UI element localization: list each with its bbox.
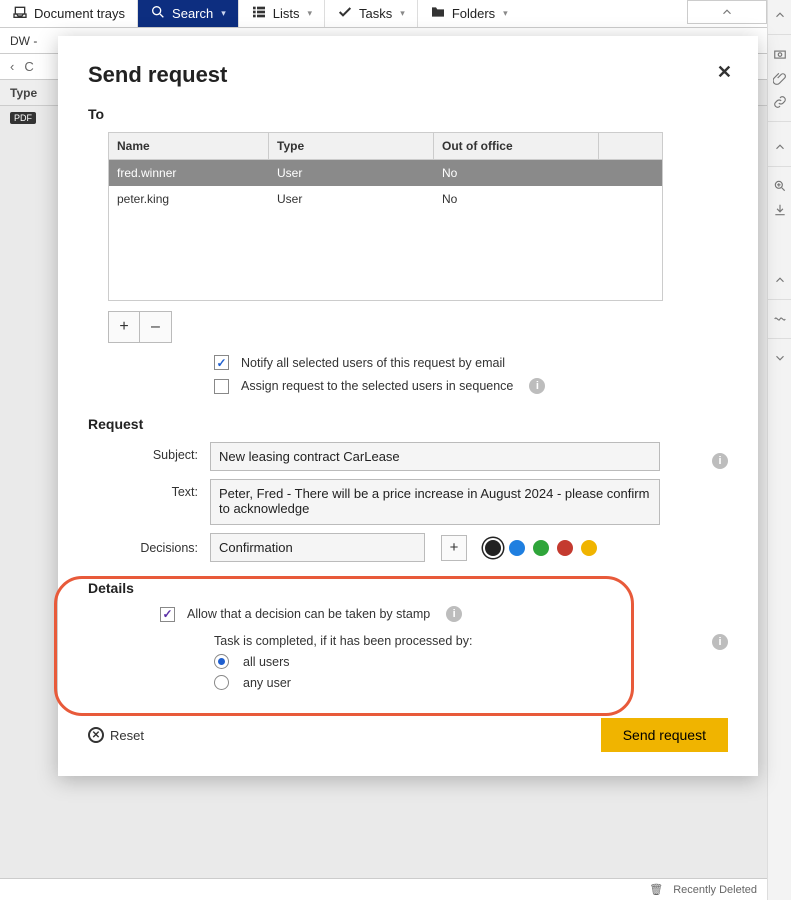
rail-chevron-up2-icon[interactable] <box>771 138 789 156</box>
radio-all-label: all users <box>243 655 290 669</box>
details-section-title: Details <box>88 580 728 596</box>
allow-stamp-checkbox[interactable] <box>160 607 175 622</box>
toolbar-label: Search <box>172 6 213 21</box>
remove-recipient-button[interactable]: – <box>140 311 172 343</box>
decision-color-row <box>485 540 597 556</box>
add-recipient-button[interactable]: + <box>108 311 140 343</box>
cell-actions <box>599 160 662 186</box>
reset-label: Reset <box>110 728 144 743</box>
modal-title: Send request <box>88 62 728 88</box>
recipients-table: Name Type Out of office fred.winnerUserN… <box>108 132 663 301</box>
right-icon-rail <box>767 0 791 900</box>
header-out-of-office[interactable]: Out of office <box>434 133 599 159</box>
chevron-down-icon: ▾ <box>503 8 508 19</box>
color-swatch[interactable] <box>557 540 573 556</box>
trash-icon[interactable]: 🗑 <box>649 883 663 896</box>
type-header[interactable]: Type <box>10 86 37 100</box>
nav-c[interactable]: C <box>24 59 33 74</box>
rail-download-icon[interactable] <box>771 201 789 219</box>
header-type[interactable]: Type <box>269 133 434 159</box>
info-icon[interactable]: i <box>712 634 728 650</box>
list-icon <box>251 4 267 23</box>
info-icon[interactable]: i <box>446 606 462 622</box>
color-swatch[interactable] <box>485 540 501 556</box>
cell-ooo: No <box>434 160 599 186</box>
cell-ooo: No <box>434 186 599 212</box>
rail-chevron-up-icon[interactable] <box>771 6 789 24</box>
tray-icon <box>12 4 28 23</box>
toolbar-folders[interactable]: Folders ▾ <box>418 0 520 27</box>
reset-button[interactable]: ✕ Reset <box>88 727 144 743</box>
info-icon[interactable]: i <box>712 453 728 469</box>
cell-name: peter.king <box>109 186 269 212</box>
cell-type: User <box>269 186 434 212</box>
toolbar-label: Tasks <box>359 6 392 21</box>
color-swatch[interactable] <box>533 540 549 556</box>
subject-input[interactable] <box>210 442 660 471</box>
send-request-button[interactable]: Send request <box>601 718 728 752</box>
add-decision-button[interactable]: + <box>441 535 467 561</box>
folder-icon <box>430 4 446 23</box>
chevron-down-icon: ▾ <box>400 8 405 19</box>
rail-zoom-icon[interactable] <box>771 177 789 195</box>
rail-workflow-icon[interactable] <box>771 310 789 328</box>
decisions-input[interactable] <box>210 533 425 562</box>
toolbar-tasks[interactable]: Tasks ▾ <box>325 0 417 27</box>
recipients-header: Name Type Out of office <box>109 133 662 160</box>
toolbar-label: Folders <box>452 6 495 21</box>
chevron-down-icon: ▾ <box>221 8 226 19</box>
notify-email-label: Notify all selected users of this reques… <box>241 356 505 370</box>
app-footer: 🗑 Recently Deleted <box>0 878 767 900</box>
toolbar-lists[interactable]: Lists ▾ <box>239 0 324 27</box>
request-section-title: Request <box>88 416 728 432</box>
check-icon <box>337 4 353 23</box>
color-swatch[interactable] <box>509 540 525 556</box>
close-button[interactable]: ✕ <box>717 62 732 83</box>
search-icon <box>150 4 166 23</box>
header-name[interactable]: Name <box>109 133 269 159</box>
color-swatch[interactable] <box>581 540 597 556</box>
to-section-title: To <box>88 106 728 122</box>
header-actions <box>599 133 662 159</box>
rail-clip-icon[interactable] <box>771 69 789 87</box>
rail-chevron-up3-icon[interactable] <box>771 271 789 289</box>
collapse-panel-toggle[interactable] <box>687 0 767 24</box>
recipients-body[interactable]: fred.winnerUserNopeter.kingUserNo <box>109 160 662 300</box>
assign-sequence-label: Assign request to the selected users in … <box>241 379 513 393</box>
radio-all-users[interactable] <box>214 654 229 669</box>
toolbar-search[interactable]: Search ▾ <box>138 0 238 27</box>
decisions-label: Decisions: <box>88 541 198 555</box>
table-row[interactable]: fred.winnerUserNo <box>109 160 662 186</box>
pdf-badge: PDF <box>10 112 36 124</box>
cell-type: User <box>269 160 434 186</box>
cell-name: fred.winner <box>109 160 269 186</box>
rail-chevron-down-icon[interactable] <box>771 349 789 367</box>
rail-camera-icon[interactable] <box>771 45 789 63</box>
subject-label: Subject: <box>88 442 198 462</box>
toolbar-label: Lists <box>273 6 300 21</box>
chevron-down-icon: ▾ <box>308 8 313 19</box>
toolbar-document-trays[interactable]: Document trays <box>0 0 137 27</box>
footer-deleted-label[interactable]: Recently Deleted <box>673 884 757 896</box>
main-toolbar: Document trays Search ▾ Lists ▾ Tasks ▾ <box>0 0 791 28</box>
reset-icon: ✕ <box>88 727 104 743</box>
toolbar-label: Document trays <box>34 6 125 21</box>
info-icon[interactable]: i <box>529 378 545 394</box>
send-request-modal: ✕ Send request To Name Type Out of offic… <box>58 36 758 776</box>
table-row[interactable]: peter.kingUserNo <box>109 186 662 212</box>
notify-email-checkbox[interactable] <box>214 355 229 370</box>
back-button[interactable]: ‹ <box>10 59 14 74</box>
radio-any-label: any user <box>243 676 291 690</box>
text-label: Text: <box>88 479 198 499</box>
assign-sequence-checkbox[interactable] <box>214 379 229 394</box>
allow-stamp-label: Allow that a decision can be taken by st… <box>187 607 430 621</box>
rail-link-icon[interactable] <box>771 93 789 111</box>
breadcrumb-label: DW - <box>10 34 37 48</box>
radio-any-user[interactable] <box>214 675 229 690</box>
task-complete-label: Task is completed, if it has been proces… <box>214 634 696 648</box>
text-input[interactable] <box>210 479 660 525</box>
cell-actions <box>599 186 662 212</box>
